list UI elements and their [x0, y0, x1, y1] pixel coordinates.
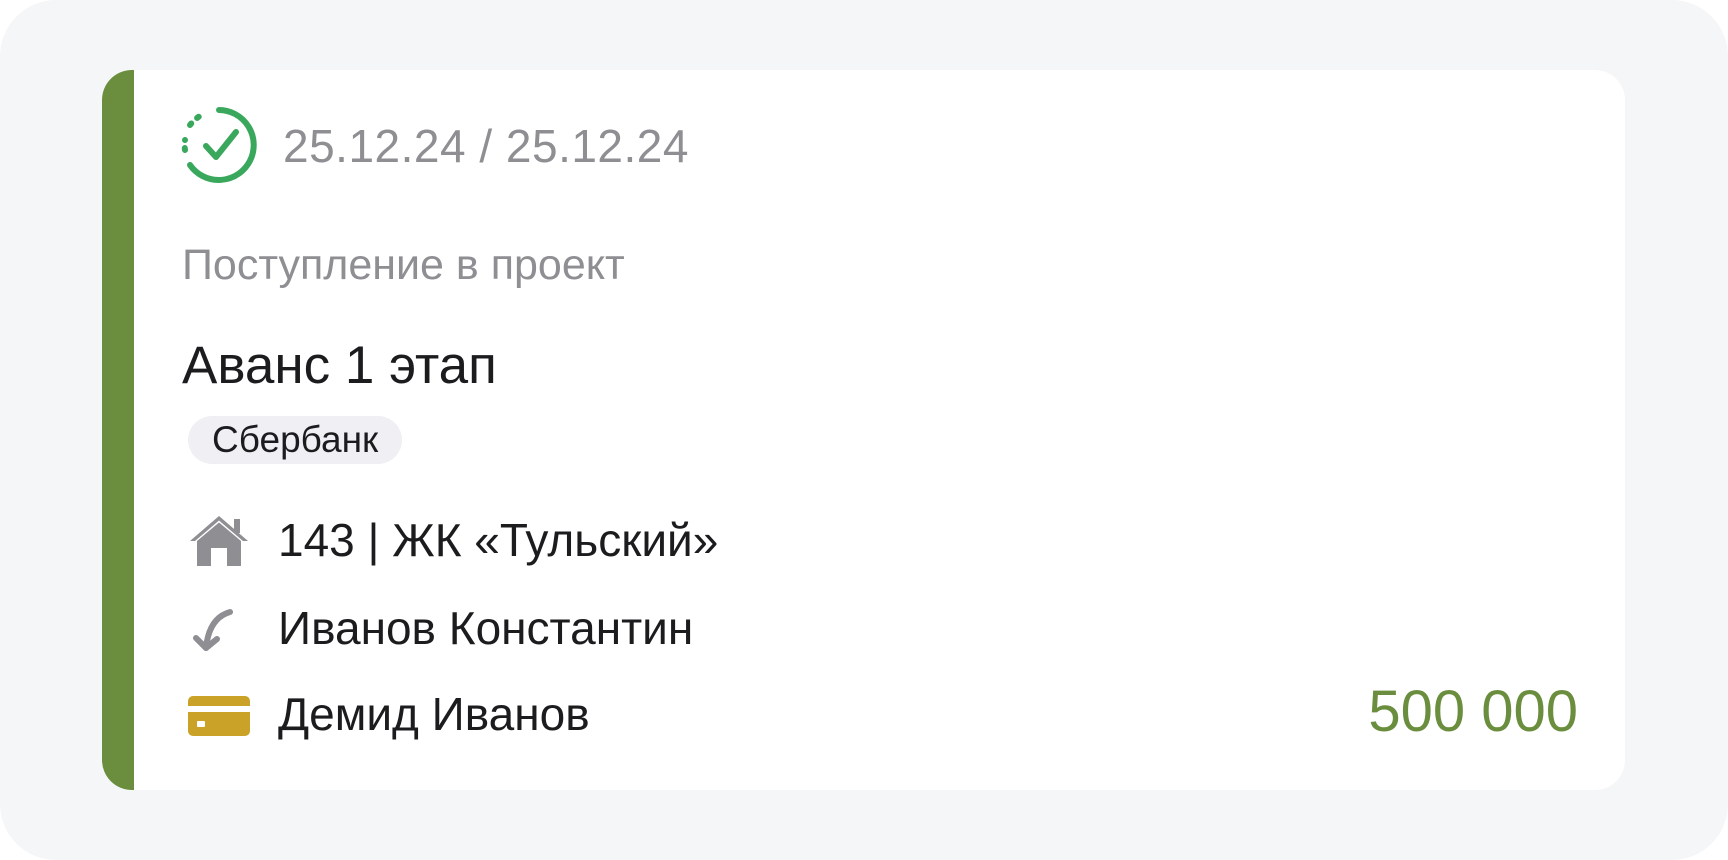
- payer-text: Демид Иванов: [278, 688, 590, 740]
- counterparty-text: Иванов Константин: [278, 602, 694, 654]
- date-range: 25.12.24 / 25.12.24: [283, 120, 689, 172]
- project-object-text: 143 | ЖК «Тульский»: [278, 514, 719, 566]
- bank-card-icon: [188, 696, 250, 736]
- project-object-row: 143 | ЖК «Тульский»: [0, 508, 1728, 572]
- house-icon: [190, 516, 248, 566]
- counterparty-row: Иванов Константин: [0, 596, 1728, 660]
- bank-tag: Сбербанк: [188, 416, 403, 464]
- operation-title: Аванс 1 этап: [182, 336, 497, 395]
- check-circle-icon: [181, 107, 257, 183]
- amount-value: 500 000: [1368, 679, 1578, 744]
- operation-category: Поступление в проект: [182, 241, 625, 289]
- incoming-arrow-icon: [193, 609, 233, 651]
